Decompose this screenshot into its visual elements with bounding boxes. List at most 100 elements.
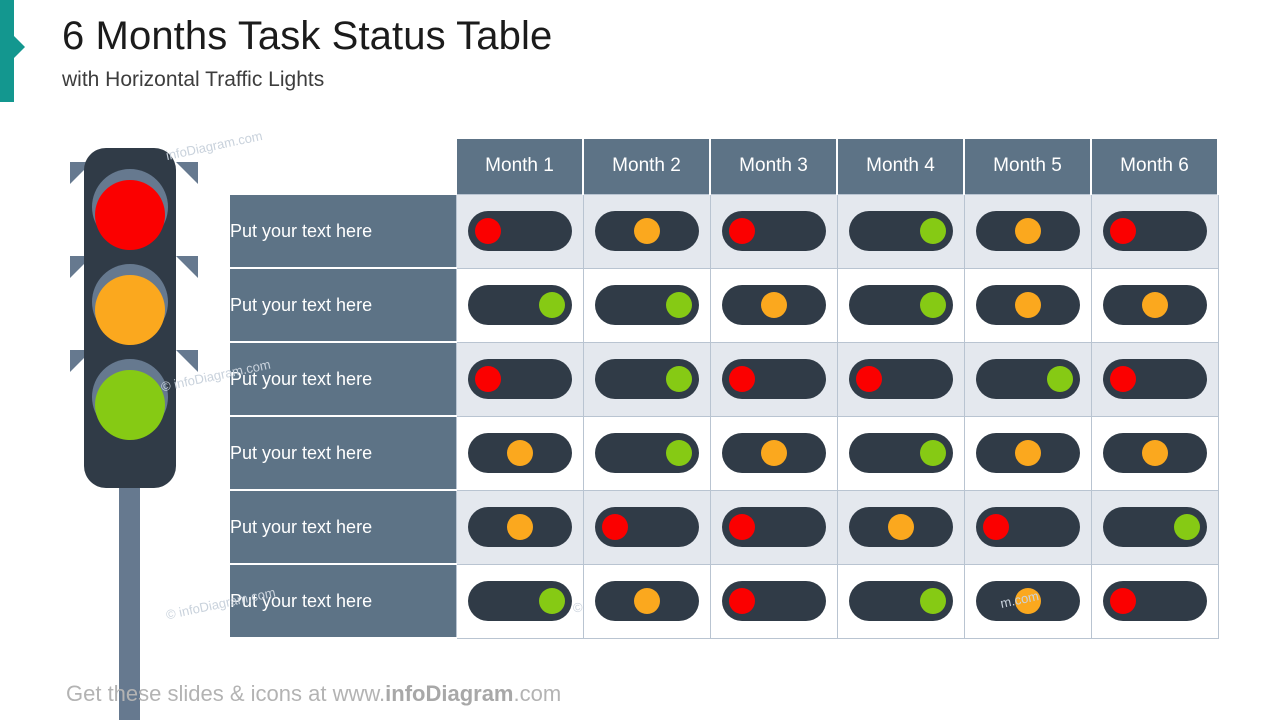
traffic-light-pill[interactable] bbox=[721, 433, 826, 473]
column-header-month-4: Month 4 bbox=[836, 139, 965, 194]
status-cell[interactable] bbox=[963, 341, 1092, 417]
traffic-light-pill[interactable] bbox=[848, 359, 953, 399]
traffic-light-pill[interactable] bbox=[975, 359, 1080, 399]
status-cell[interactable] bbox=[709, 341, 838, 417]
status-cell[interactable] bbox=[963, 489, 1092, 565]
traffic-light-pill[interactable] bbox=[467, 211, 572, 251]
table-row: Put your text here bbox=[230, 563, 1219, 639]
table-header-row: Month 1 Month 2 Month 3 Month 4 Month 5 Month… bbox=[230, 139, 1219, 194]
traffic-light-pill[interactable] bbox=[975, 581, 1080, 621]
status-dot-green bbox=[665, 366, 692, 392]
status-cell[interactable] bbox=[582, 415, 711, 491]
traffic-light-pill[interactable] bbox=[594, 581, 699, 621]
status-cell[interactable] bbox=[836, 193, 965, 269]
traffic-light-pill[interactable] bbox=[975, 211, 1080, 251]
traffic-light-wing-right-green bbox=[176, 350, 198, 372]
traffic-light-pill[interactable] bbox=[1102, 359, 1207, 399]
traffic-light-pill[interactable] bbox=[594, 359, 699, 399]
status-cell[interactable] bbox=[709, 563, 838, 639]
status-dot-amber bbox=[1014, 588, 1041, 614]
status-cell[interactable] bbox=[963, 415, 1092, 491]
traffic-light-pill[interactable] bbox=[467, 507, 572, 547]
status-cell[interactable] bbox=[582, 563, 711, 639]
status-cell[interactable] bbox=[582, 267, 711, 343]
traffic-light-pill[interactable] bbox=[1102, 507, 1207, 547]
status-cell[interactable] bbox=[963, 193, 1092, 269]
row-label[interactable]: Put your text here bbox=[230, 563, 456, 639]
table-row: Put your text here bbox=[230, 193, 1219, 269]
accent-bar bbox=[0, 0, 14, 102]
status-dot-amber bbox=[1014, 292, 1041, 318]
traffic-light-pill[interactable] bbox=[594, 507, 699, 547]
traffic-light-pill[interactable] bbox=[721, 359, 826, 399]
traffic-light-pill[interactable] bbox=[1102, 433, 1207, 473]
traffic-light-pill[interactable] bbox=[848, 433, 953, 473]
status-cell[interactable] bbox=[455, 193, 584, 269]
traffic-light-pill[interactable] bbox=[721, 211, 826, 251]
status-cell[interactable] bbox=[455, 415, 584, 491]
page-subtitle: with Horizontal Traffic Lights bbox=[62, 67, 325, 91]
status-cell[interactable] bbox=[582, 341, 711, 417]
traffic-light-pill[interactable] bbox=[975, 433, 1080, 473]
traffic-light-pill[interactable] bbox=[721, 581, 826, 621]
status-dot-amber bbox=[1014, 218, 1041, 244]
status-cell[interactable] bbox=[455, 267, 584, 343]
status-dot-red bbox=[728, 514, 755, 540]
status-dot-green bbox=[919, 218, 946, 244]
status-cell[interactable] bbox=[963, 563, 1092, 639]
status-cell[interactable] bbox=[709, 193, 838, 269]
status-dot-red bbox=[1109, 588, 1136, 614]
status-dot-green bbox=[919, 588, 946, 614]
status-cell[interactable] bbox=[836, 563, 965, 639]
status-cell[interactable] bbox=[709, 415, 838, 491]
status-cell[interactable] bbox=[1090, 341, 1219, 417]
status-cell[interactable] bbox=[582, 193, 711, 269]
title-block: 6 Months Task Status Table with Horizont… bbox=[62, 12, 552, 92]
status-cell[interactable] bbox=[836, 267, 965, 343]
traffic-light-pill[interactable] bbox=[467, 433, 572, 473]
status-cell[interactable] bbox=[455, 489, 584, 565]
status-dot-red bbox=[728, 218, 755, 244]
task-status-table: Month 1 Month 2 Month 3 Month 4 Month 5 Month… bbox=[230, 139, 1219, 639]
row-label[interactable]: Put your text here bbox=[230, 415, 456, 491]
traffic-light-pill[interactable] bbox=[975, 285, 1080, 325]
status-cell[interactable] bbox=[1090, 563, 1219, 639]
row-label[interactable]: Put your text here bbox=[230, 193, 456, 269]
status-cell[interactable] bbox=[836, 489, 965, 565]
traffic-light-pill[interactable] bbox=[467, 359, 572, 399]
row-label[interactable]: Put your text here bbox=[230, 489, 456, 565]
status-cell[interactable] bbox=[582, 489, 711, 565]
status-cell[interactable] bbox=[963, 267, 1092, 343]
traffic-light-pill[interactable] bbox=[594, 285, 699, 325]
traffic-light-pill[interactable] bbox=[467, 285, 572, 325]
status-dot-green bbox=[1046, 366, 1073, 392]
status-dot-red bbox=[474, 218, 501, 244]
traffic-light-pill[interactable] bbox=[1102, 581, 1207, 621]
status-cell[interactable] bbox=[709, 267, 838, 343]
status-cell[interactable] bbox=[1090, 193, 1219, 269]
traffic-light-pill[interactable] bbox=[848, 581, 953, 621]
status-cell[interactable] bbox=[455, 563, 584, 639]
status-cell[interactable] bbox=[836, 415, 965, 491]
traffic-light-pill[interactable] bbox=[848, 211, 953, 251]
traffic-light-pill[interactable] bbox=[721, 285, 826, 325]
status-cell[interactable] bbox=[1090, 267, 1219, 343]
traffic-light-pill[interactable] bbox=[975, 507, 1080, 547]
status-cell[interactable] bbox=[836, 341, 965, 417]
row-label[interactable]: Put your text here bbox=[230, 341, 456, 417]
traffic-light-pill[interactable] bbox=[848, 285, 953, 325]
traffic-light-pill[interactable] bbox=[721, 507, 826, 547]
status-cell[interactable] bbox=[455, 341, 584, 417]
traffic-light-pill[interactable] bbox=[848, 507, 953, 547]
footer-brand: infoDiagram bbox=[385, 681, 514, 706]
traffic-light-pill[interactable] bbox=[1102, 285, 1207, 325]
traffic-light-pill[interactable] bbox=[1102, 211, 1207, 251]
traffic-light-pill[interactable] bbox=[467, 581, 572, 621]
status-cell[interactable] bbox=[709, 489, 838, 565]
traffic-light-pill[interactable] bbox=[594, 433, 699, 473]
row-label[interactable]: Put your text here bbox=[230, 267, 456, 343]
traffic-light-pill[interactable] bbox=[594, 211, 699, 251]
status-cell[interactable] bbox=[1090, 489, 1219, 565]
table-header: Month 1 Month 2 Month 3 Month 4 Month 5 Month… bbox=[230, 139, 1219, 194]
status-cell[interactable] bbox=[1090, 415, 1219, 491]
